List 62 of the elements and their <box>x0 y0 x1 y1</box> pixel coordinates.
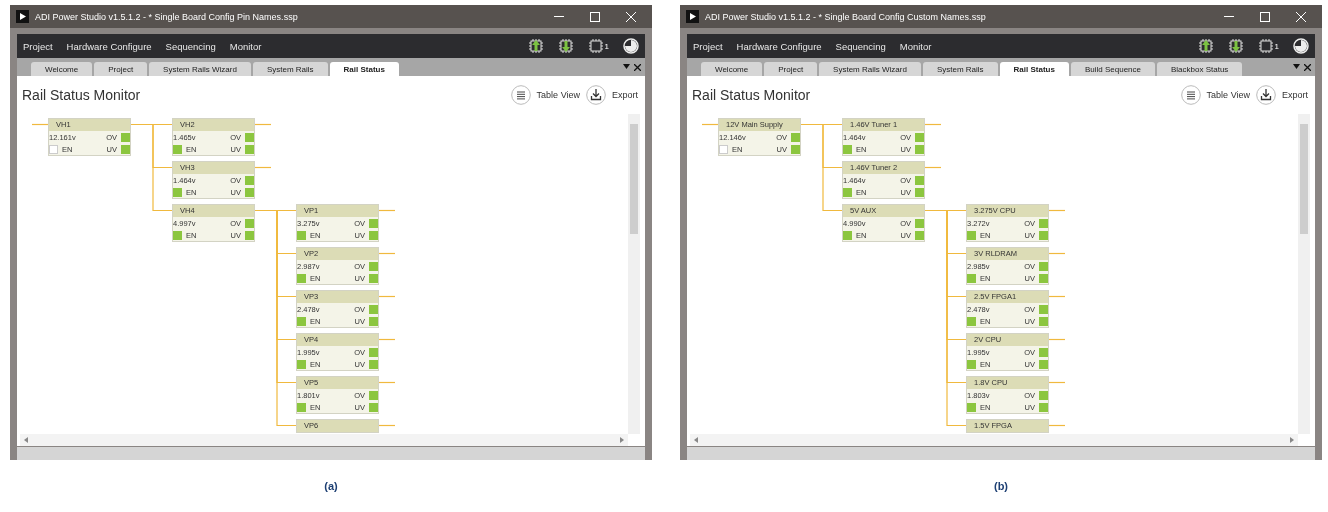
device-count: 1 <box>604 41 609 51</box>
tab[interactable]: System Rails Wizard <box>819 62 921 76</box>
tab[interactable]: System Rails Wizard <box>149 62 251 76</box>
horizontal-scrollbar[interactable] <box>690 434 1298 446</box>
pie-chart-icon[interactable] <box>623 38 639 54</box>
vertical-scrollbar[interactable] <box>1298 114 1310 434</box>
download-icon <box>1256 85 1276 105</box>
dropdown-icon[interactable] <box>1293 63 1300 69</box>
scroll-right-icon[interactable] <box>1290 437 1294 443</box>
minimize-icon[interactable] <box>554 15 564 18</box>
menu-item[interactable]: Monitor <box>229 40 262 52</box>
menu-item[interactable]: Sequencing <box>165 40 216 52</box>
list-icon <box>510 85 531 105</box>
maximize-icon[interactable] <box>1260 11 1270 22</box>
maximize-icon[interactable] <box>590 11 600 22</box>
tab[interactable]: Project <box>764 62 818 76</box>
export-button[interactable]: Export <box>1250 85 1308 105</box>
figure-caption: (b) <box>993 480 1008 492</box>
menu-item[interactable]: Sequencing <box>835 40 886 52</box>
minimize-icon[interactable] <box>1224 15 1234 18</box>
tab[interactable]: Project <box>94 62 148 76</box>
table-view-button[interactable]: Table View <box>1174 85 1250 105</box>
chip-upload-icon[interactable] <box>1197 38 1214 54</box>
tab[interactable]: Blackbox Status <box>1157 62 1243 76</box>
tab[interactable]: System Rails <box>252 62 328 76</box>
menu-item[interactable]: Hardware Configure <box>736 40 822 52</box>
tab[interactable]: Rail Status <box>999 62 1069 76</box>
figure-caption: (a) <box>324 480 338 492</box>
page-title: Rail Status Monitor <box>22 87 142 103</box>
chip-upload-icon[interactable] <box>527 38 544 54</box>
window-title: ADI Power Studio v1.5.1.2 - * Single Board Config Pin Names.ssp <box>35 11 299 22</box>
app-logo-icon <box>686 10 699 23</box>
tab[interactable]: Welcome <box>31 62 93 76</box>
tab[interactable]: Rail Status <box>329 62 399 76</box>
horizontal-scrollbar[interactable] <box>20 434 628 446</box>
chip-icon[interactable] <box>1257 38 1274 54</box>
chip-download-icon[interactable] <box>1227 38 1244 54</box>
menu-item[interactable]: Monitor <box>899 40 932 52</box>
download-icon <box>586 85 606 105</box>
export-button[interactable]: Export <box>580 85 638 105</box>
tab[interactable]: System Rails <box>922 62 998 76</box>
chip-download-icon[interactable] <box>557 38 574 54</box>
menu-item[interactable]: Project <box>23 40 53 52</box>
scroll-right-icon[interactable] <box>620 437 624 443</box>
menu-item[interactable]: Project <box>693 40 723 52</box>
list-icon <box>1180 85 1201 105</box>
tab[interactable]: Welcome <box>701 62 763 76</box>
page-title: Rail Status Monitor <box>692 87 812 103</box>
app-logo-icon <box>16 10 29 23</box>
pie-chart-icon[interactable] <box>1293 38 1309 54</box>
dropdown-icon[interactable] <box>623 63 630 69</box>
scroll-left-icon[interactable] <box>24 437 28 443</box>
window-title: ADI Power Studio v1.5.1.2 - * Single Board Config Custom Names.ssp <box>705 11 987 22</box>
table-view-button[interactable]: Table View <box>504 85 580 105</box>
device-count: 1 <box>1274 41 1279 51</box>
chip-icon[interactable] <box>587 38 604 54</box>
vertical-scrollbar[interactable] <box>628 114 640 434</box>
close-icon[interactable] <box>1304 63 1311 71</box>
tab[interactable]: Build Sequence <box>1070 62 1155 76</box>
menu-item[interactable]: Hardware Configure <box>66 40 152 52</box>
close-icon[interactable] <box>634 63 641 71</box>
scroll-left-icon[interactable] <box>694 437 698 443</box>
